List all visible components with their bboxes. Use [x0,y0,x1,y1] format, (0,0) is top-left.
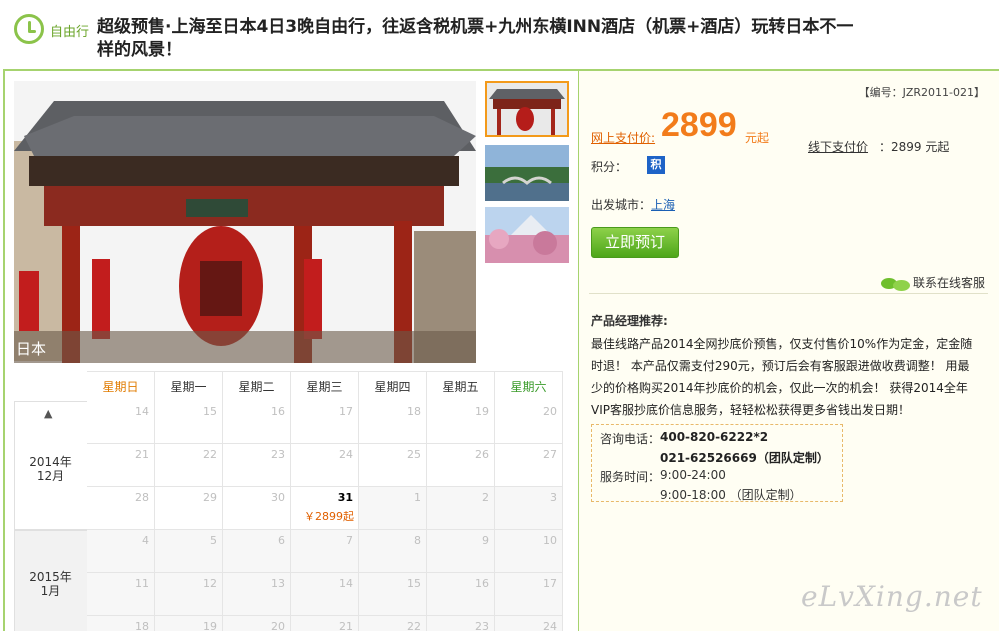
previous-month-arrow-icon[interactable]: ▲ [44,406,52,422]
thumbnail-gate[interactable] [485,81,569,137]
online-service-link[interactable]: 联系在线客服 [880,274,985,291]
thumbnail-fuji-image [485,207,569,263]
main-photo: 日本 [14,81,476,363]
product-title: 超级预售·上海至日本4日3晚自由行，往返含税机票+九州东横INN酒店（机票+酒店… [97,17,854,60]
month-label-2015-01: 2015年 1月 [14,530,87,631]
calendar-day: 16 [223,401,291,444]
online-price: 2899 [661,106,737,144]
thumbnail-fuji[interactable] [485,207,569,263]
calendar-day: 14 [87,401,155,444]
calendar-day: 23 [427,616,495,631]
weekday-tuesday: 星期二 [223,371,291,401]
calendar-day: 22 [359,616,427,631]
calendar-day: 16 [427,573,495,616]
online-price-label[interactable]: 网上支付价: [591,129,655,146]
book-now-button[interactable]: 立即预订 [591,227,679,258]
calendar-day: 25 [359,444,427,487]
calendar-day: 17 [291,401,359,444]
calendar-day: 26 [427,444,495,487]
weekday-wednesday: 星期三 [291,371,359,401]
thumbnail-palace[interactable] [485,145,569,201]
phone-primary: 400-820-6222*2 [660,430,769,444]
online-service-label: 联系在线客服 [912,276,985,290]
calendar-day-available[interactable]: 31 ￥2899起 [291,487,359,530]
calendar-day: 1 [359,487,427,530]
calendar-day: 18 [87,616,155,631]
calendar-day: 5 [155,530,223,573]
month-month: 12月 [36,469,65,483]
calendar-day: 21 [291,616,359,631]
points-label: 积分： [591,160,628,174]
calendar-day: 27 [495,444,563,487]
offline-price: ：2899 元起 [879,140,950,154]
calendar-day: 24 [495,616,563,631]
calendar-day: 3 [495,487,563,530]
calendar-day: 29 [155,487,223,530]
recommend-title: 产品经理推荐: [591,314,668,328]
clock-icon [14,14,44,44]
departure-city-label: 出发城市： [591,198,652,212]
thumbnail-gate-image [487,83,567,135]
product-code: 【编号：JZR2011-021】 [858,86,985,99]
calendar-day: 28 [87,487,155,530]
thumbnail-palace-image [485,145,569,201]
calendar-day: 9 [427,530,495,573]
calendar-day: 19 [427,401,495,444]
weekday-friday: 星期五 [427,371,495,401]
phone-team: 021-62526669（团队定制） [660,451,829,465]
calendar-day: 17 [495,573,563,616]
product-frame: 日本 星期日 星期一 星期二 星期三 星期四 星期五 星期六 ▲ 2014年 1… [3,69,999,631]
calendar-day: 21 [87,444,155,487]
calendar-day: 18 [359,401,427,444]
photo-caption: 日本 [16,340,47,358]
calendar-day: 12 [155,573,223,616]
calendar-day: 10 [495,530,563,573]
hours-primary: 9:00-24:00 [660,468,726,482]
calendar-day: 14 [291,573,359,616]
phone-label: 咨询电话： [600,432,661,446]
day-price: ￥2899起 [304,510,354,523]
calendar-day: 24 [291,444,359,487]
watermark-logo: eLvXing.net [801,580,983,613]
gate-image [14,81,476,363]
online-price-unit: 元起 [745,131,770,145]
calendar-day: 8 [359,530,427,573]
page-header: 自由行 超级预售·上海至日本4日3晚自由行，往返含税机票+九州东横INN酒店（机… [0,0,1005,70]
calendar-day: 23 [223,444,291,487]
calendar-day: 15 [155,401,223,444]
offline-price-label[interactable]: 线下支付价 [808,138,868,155]
weekday-sunday: 星期日 [87,371,155,401]
calendar-day: 6 [223,530,291,573]
calendar-day: 2 [427,487,495,530]
hours-label: 服务时间： [600,470,661,484]
month-label-2014-12: ▲ 2014年 12月 [14,401,87,530]
hours-team: 9:00-18:00 （团队定制） [660,488,802,502]
weekday-monday: 星期一 [155,371,223,401]
calendar-day: 7 [291,530,359,573]
recommend-text: 最佳线路产品2014全网抄底价预售，仅支付售价10%作为定金，定金随时退！ 本产… [591,337,973,417]
calendar-day: 20 [495,401,563,444]
calendar-day: 4 [87,530,155,573]
category-badge: 自由行 [50,25,90,40]
departure-city-link[interactable]: 上海 [651,196,675,213]
month-month: 1月 [40,584,61,598]
calendar-day: 22 [155,444,223,487]
calendar-day: 19 [155,616,223,631]
calendar-day: 30 [223,487,291,530]
points-icon: 积 [647,156,665,174]
contact-box: 咨询电话： 400-820-6222*2 021-62526669（团队定制） … [591,424,843,502]
chat-bubble-icon [880,277,911,291]
divider [589,293,988,294]
calendar-day: 15 [359,573,427,616]
booking-panel: 【编号：JZR2011-021】 网上支付价: 2899 元起 线下支付价 ：2… [578,71,999,631]
weekday-thursday: 星期四 [359,371,427,401]
weekday-saturday: 星期六 [495,371,563,401]
calendar-day: 13 [223,573,291,616]
calendar-day: 11 [87,573,155,616]
calendar-day: 20 [223,616,291,631]
